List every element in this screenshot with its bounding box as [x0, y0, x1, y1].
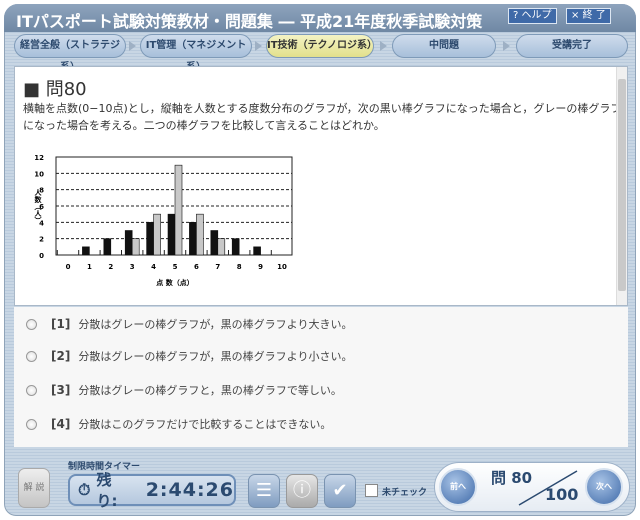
help-button[interactable]: ? ヘルプ: [508, 8, 557, 24]
x-tick-label: 3: [130, 263, 135, 271]
choice-number: [2]: [51, 349, 71, 363]
list-button[interactable]: ☰: [248, 474, 280, 508]
stopwatch-icon: ⏱: [78, 480, 91, 499]
x-tick-label: 10: [277, 263, 287, 271]
choice-text: 分散はこのグラフだけで比較することはできない。: [78, 418, 332, 431]
bar-black: [231, 238, 240, 256]
check-button[interactable]: ✔: [324, 474, 356, 508]
x-tick-label: 8: [237, 263, 242, 271]
chart-image: 0 2 4 6 8 10 12 0 1 2 3 4 5 6 7 8 9 10 点 数（点） 人数（人）: [25, 145, 300, 292]
question-title: ■ 問80: [23, 79, 87, 100]
y-tick-label: 12: [34, 154, 44, 162]
question-text: 横軸を点数(0−10点)とし，縦軸を人数とする度数分布のグラフが，次の黒い棒グラ…: [23, 102, 622, 132]
choice-2[interactable]: [2] 分散はグレーの棒グラフが，黒の棒グラフより小さい。: [26, 346, 352, 366]
app-title: ITパスポート試験対策教材・問題集 ― 平成21年度秋季試験対策: [16, 12, 483, 31]
next-button[interactable]: 次へ: [585, 468, 623, 506]
x-tick-label: 1: [87, 263, 92, 271]
radio-button[interactable]: [26, 350, 37, 362]
bar-black: [253, 246, 261, 256]
bar-black: [124, 230, 133, 256]
arrow-icon: [129, 41, 136, 51]
y-tick-label: 2: [39, 236, 44, 244]
timer-prefix: 残り:: [96, 471, 118, 510]
bar-black: [210, 230, 219, 256]
choice-number: [4]: [51, 417, 71, 431]
choice-number: [3]: [51, 383, 71, 397]
bar-black: [189, 222, 197, 256]
x-tick-label: 6: [194, 263, 199, 271]
bar-black: [167, 213, 176, 256]
scrollbar[interactable]: [616, 67, 627, 305]
choice-text: 分散はグレーの棒グラフと，黒の棒グラフで等しい。: [78, 384, 342, 397]
info-icon: ⓘ: [293, 480, 311, 501]
nav-middle-questions[interactable]: 中問題: [392, 34, 496, 58]
y-tick-label: 0: [39, 252, 44, 260]
radio-button[interactable]: [26, 418, 37, 430]
timer-value: 2:44:26: [145, 479, 234, 501]
bar-gray: [196, 213, 204, 256]
radio-button[interactable]: [26, 318, 37, 330]
nav-management[interactable]: IT管理（マネジメント系）: [140, 34, 252, 73]
arrow-icon: [380, 41, 387, 51]
next-label: 次へ: [596, 482, 612, 491]
choice-3[interactable]: [3] 分散はグレーの棒グラフと，黒の棒グラフで等しい。: [26, 380, 342, 400]
uncheck-checkbox[interactable]: [365, 484, 378, 497]
bar-chart: 0246810120 1 2 3 4 5 6 7 8 9 10点 数（点）人数（人）: [34, 154, 293, 287]
scrollbar-thumb[interactable]: [618, 79, 626, 291]
x-axis-label: 点 数（点）: [156, 278, 193, 287]
bar-black: [103, 238, 112, 256]
uncheck-label: 未チェック: [382, 488, 428, 498]
nav-complete[interactable]: 受講完了: [516, 34, 628, 58]
bar-gray: [131, 238, 140, 256]
choice-text: 分散はグレーの棒グラフが，黒の棒グラフより小さい。: [78, 350, 353, 363]
x-tick-label: 7: [215, 263, 220, 271]
list-icon: ☰: [255, 480, 273, 501]
timer-display: ⏱ 残り: 2:44:26: [68, 471, 236, 510]
bar-gray: [174, 164, 183, 256]
x-tick-label: 0: [66, 263, 71, 271]
x-tick-label: 2: [108, 263, 113, 271]
y-axis-label: 人数（人）: [34, 188, 43, 224]
checkmark-icon: ✔: [332, 480, 348, 501]
prev-button[interactable]: 前へ: [439, 468, 477, 506]
choice-4[interactable]: [4] 分散はこのグラフだけで比較することはできない。: [26, 414, 331, 434]
y-tick-label: 10: [34, 170, 44, 178]
explanation-button[interactable]: 解 説: [18, 468, 50, 508]
bar-gray: [153, 213, 161, 256]
radio-button[interactable]: [26, 384, 37, 396]
choice-text: 分散はグレーの棒グラフが，黒の棒グラフより大きい。: [78, 318, 353, 331]
arrow-icon: [255, 41, 262, 51]
bar-gray: [217, 238, 226, 256]
prev-label: 前へ: [450, 482, 466, 491]
arrow-icon: [503, 41, 510, 51]
nav-technology[interactable]: IT技術（テクノロジ系）: [266, 34, 377, 58]
pager: 前へ 問 80 100 次へ: [434, 462, 630, 512]
nav-strategy[interactable]: 経営全般（ストラテジ系）: [14, 34, 126, 73]
choices-panel: [1] 分散はグレーの棒グラフが，黒の棒グラフより大きい。 [2] 分散はグレーの棒…: [14, 307, 628, 447]
total-questions: 100: [545, 485, 579, 504]
x-tick-label: 9: [258, 263, 263, 271]
bar-black: [146, 222, 154, 256]
question-panel: ■ 問80 横軸を点数(0−10点)とし，縦軸を人数とする度数分布のグラフが，次…: [14, 66, 628, 306]
x-tick-label: 5: [173, 263, 178, 271]
choice-number: [1]: [51, 317, 71, 331]
bar-black: [82, 246, 90, 256]
x-tick-label: 4: [151, 263, 156, 271]
choice-1[interactable]: [1] 分散はグレーの棒グラフが，黒の棒グラフより大きい。: [26, 314, 352, 334]
info-button[interactable]: ⓘ: [286, 474, 318, 508]
exit-button[interactable]: × 終 了: [566, 8, 611, 24]
